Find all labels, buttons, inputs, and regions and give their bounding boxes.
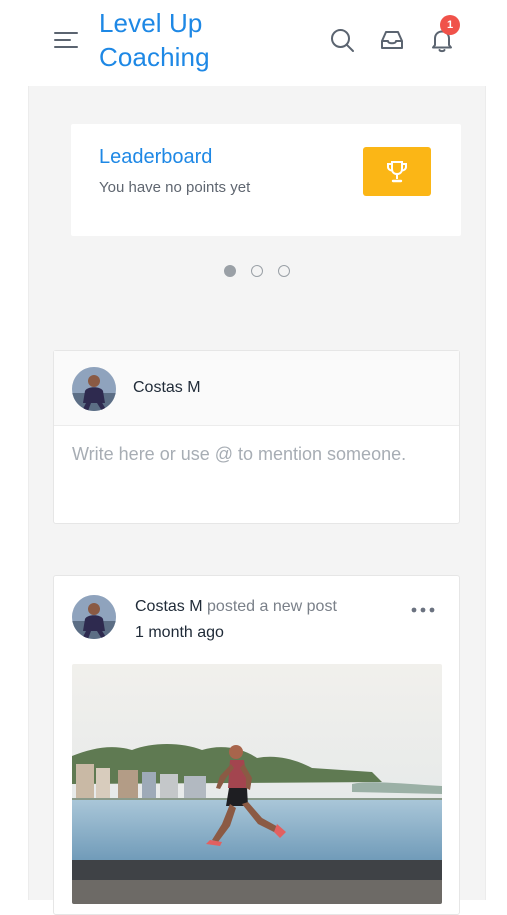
post-image[interactable]	[72, 664, 442, 904]
post-action-text: posted a new post	[207, 598, 337, 615]
activity-post: Costas M posted a new post 1 month ago	[53, 575, 460, 915]
menu-icon[interactable]	[52, 28, 80, 52]
avatar[interactable]	[72, 367, 116, 411]
leaderboard-title[interactable]: Leaderboard	[99, 146, 212, 169]
composer-user-name: Costas M	[133, 379, 201, 396]
leaderboard-subtitle: You have no points yet	[99, 179, 251, 196]
carousel-dot-2[interactable]	[251, 265, 263, 277]
carousel-dots	[224, 265, 290, 277]
post-timestamp[interactable]: 1 month ago	[135, 624, 224, 642]
carousel-dot-3[interactable]	[278, 265, 290, 277]
post-header-line: Costas M posted a new post	[135, 598, 337, 616]
post-author-link[interactable]: Costas M	[135, 598, 203, 615]
inbox-icon[interactable]	[378, 26, 406, 54]
top-header: Level Up Coaching 1	[0, 0, 507, 86]
leaderboard-card[interactable]: Leaderboard You have no points yet	[71, 124, 461, 236]
composer-input[interactable]: Write here or use @ to mention someone.	[72, 439, 432, 469]
trophy-icon	[387, 160, 407, 182]
carousel-dot-1[interactable]	[224, 265, 236, 277]
search-icon[interactable]	[328, 26, 356, 54]
trophy-button[interactable]	[363, 147, 431, 196]
notification-badge: 1	[440, 15, 460, 35]
site-title[interactable]: Level Up Coaching	[99, 6, 299, 74]
avatar[interactable]	[72, 595, 116, 639]
composer-header: Costas M	[54, 351, 459, 426]
more-options-icon[interactable]	[410, 602, 436, 613]
post-composer: Costas M Write here or use @ to mention …	[53, 350, 460, 524]
